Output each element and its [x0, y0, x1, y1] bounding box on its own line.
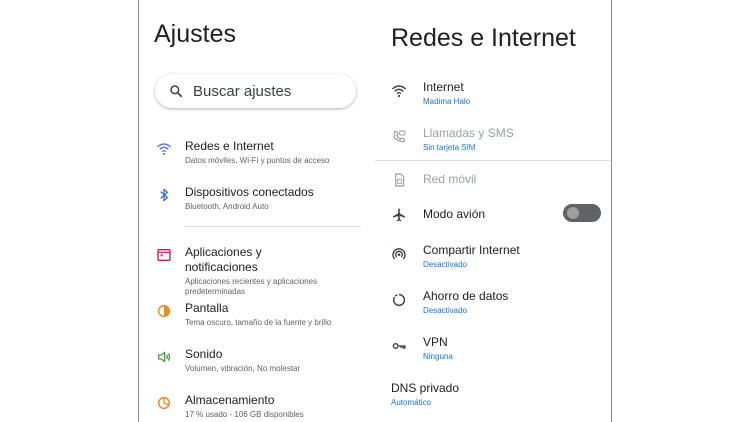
- item-label: Llamadas y SMS: [423, 126, 514, 140]
- item-subtitle: Aplicaciones recientes y aplicaciones pr…: [185, 277, 318, 296]
- calls-icon: [391, 129, 407, 145]
- brightness-icon: [156, 303, 172, 319]
- item-subtitle: Bluetooth, Android Auto: [185, 202, 269, 211]
- item-label: Sonido: [185, 347, 223, 361]
- item-subtitle: Tema oscuro, tamaño de la fuente y brill…: [185, 318, 332, 327]
- search-placeholder: Buscar ajustes: [193, 82, 292, 100]
- vpn-icon: [391, 338, 407, 354]
- item-label: Red móvil: [423, 172, 477, 186]
- hotspot-icon: [391, 246, 407, 262]
- volume-icon: [156, 349, 172, 365]
- item-label: VPN: [423, 335, 448, 349]
- item-label: Compartir Internet: [423, 243, 520, 257]
- network-item-calls-sms[interactable]: Llamadas y SMS Sin tarjeta SIM: [375, 126, 611, 153]
- page-title: Ajustes: [154, 20, 236, 48]
- network-item-vpn[interactable]: VPN Ninguna: [375, 335, 611, 362]
- page-title: Redes e Internet: [391, 24, 576, 52]
- settings-item-network[interactable]: Redes e Internet Datos móviles, Wi-Fi y …: [139, 139, 372, 166]
- item-subtitle: Volumen, vibración, No molestar: [185, 364, 301, 373]
- item-label: Aplicaciones y notificaciones: [185, 245, 262, 274]
- item-subtitle: 17 % usado - 106 GB disponibles: [185, 410, 304, 419]
- airplane-icon: [391, 207, 407, 223]
- airplane-mode-toggle[interactable]: [563, 204, 601, 222]
- frame-right-border: [611, 0, 612, 422]
- search-icon: [169, 83, 185, 99]
- wifi-icon: [391, 83, 407, 99]
- item-label: Pantalla: [185, 301, 229, 315]
- section-divider: [185, 226, 361, 227]
- wifi-icon: [156, 141, 172, 157]
- settings-item-display[interactable]: Pantalla Tema oscuro, tamaño de la fuent…: [139, 301, 372, 328]
- network-item-data-saver[interactable]: Ahorro de datos Desactivado: [375, 289, 611, 316]
- settings-item-connected-devices[interactable]: Dispositivos conectados Bluetooth, Andro…: [139, 185, 372, 212]
- item-subtitle: Datos móviles, Wi-Fi y puntos de acceso: [185, 156, 330, 165]
- item-subtitle: Sin tarjeta SIM: [423, 143, 476, 152]
- item-label: Internet: [423, 80, 464, 94]
- apps-icon: [156, 247, 172, 263]
- settings-panel: Ajustes Buscar ajustes Redes e Internet …: [139, 0, 372, 422]
- network-panel: Redes e Internet Internet Madima Halo Ll…: [375, 0, 611, 422]
- item-label: Modo avión: [423, 207, 486, 221]
- item-label: Ahorro de datos: [423, 289, 509, 303]
- storage-icon: [156, 395, 172, 411]
- item-subtitle: Desactivado: [423, 306, 468, 315]
- bluetooth-icon: [156, 187, 172, 203]
- item-label: Redes e Internet: [185, 139, 274, 153]
- section-divider: [375, 160, 611, 161]
- item-subtitle: Ninguna: [423, 352, 453, 361]
- network-item-mobile-network[interactable]: Red móvil: [375, 172, 611, 188]
- search-bar[interactable]: Buscar ajustes: [155, 74, 356, 108]
- sim-icon: [391, 172, 407, 188]
- network-item-private-dns[interactable]: DNS privado Automático: [375, 381, 611, 408]
- item-label: Almacenamiento: [185, 393, 275, 407]
- item-label: Dispositivos conectados: [185, 185, 314, 199]
- item-label: DNS privado: [391, 381, 460, 395]
- item-subtitle: Automático: [391, 398, 432, 407]
- item-subtitle: Desactivado: [423, 260, 468, 269]
- network-item-hotspot[interactable]: Compartir Internet Desactivado: [375, 243, 611, 270]
- toggle-knob: [567, 207, 579, 219]
- settings-item-storage[interactable]: Almacenamiento 17 % usado - 106 GB dispo…: [139, 393, 372, 420]
- settings-item-apps[interactable]: Aplicaciones y notificaciones Aplicacion…: [139, 245, 372, 297]
- item-subtitle: Madima Halo: [423, 97, 471, 106]
- settings-item-sound[interactable]: Sonido Volumen, vibración, No molestar: [139, 347, 372, 374]
- network-item-internet[interactable]: Internet Madima Halo: [375, 80, 611, 107]
- data-saver-icon: [391, 292, 407, 308]
